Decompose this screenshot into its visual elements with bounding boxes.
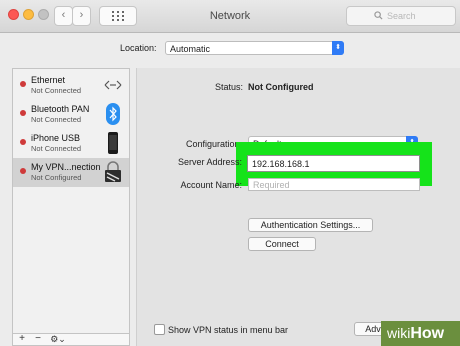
remove-service-button[interactable]: − xyxy=(31,334,45,345)
service-status: Not Configured xyxy=(31,173,82,182)
search-field[interactable]: Search xyxy=(346,6,456,26)
watermark-wiki: wiki xyxy=(387,325,411,341)
wikihow-watermark: wikiHow xyxy=(381,321,460,346)
location-label: Location: xyxy=(120,43,157,53)
service-list: Ethernet Not Connected Bluetooth PAN Not… xyxy=(12,68,130,334)
location-bar: Location: Automatic ⬍ xyxy=(0,33,460,63)
account-name-placeholder: Required xyxy=(253,180,290,190)
watermark-how: How xyxy=(410,325,445,342)
status-value: Not Configured xyxy=(248,82,314,92)
search-icon xyxy=(374,11,383,20)
search-placeholder: Search xyxy=(387,11,416,21)
show-vpn-status-checkbox[interactable] xyxy=(154,324,165,335)
status-dot xyxy=(20,81,26,87)
status-dot xyxy=(20,110,26,116)
window-title-bar: ‹ › Network Search xyxy=(0,0,460,33)
vpn-lock-icon xyxy=(105,161,121,182)
status-label: Status: xyxy=(214,82,243,92)
service-status: Not Connected xyxy=(31,86,82,95)
service-name: Bluetooth PAN xyxy=(31,104,90,114)
ethernet-icon xyxy=(104,80,122,90)
service-item-bluetooth-pan[interactable]: Bluetooth PAN Not Connected xyxy=(13,100,129,129)
service-name: My VPN...nection xyxy=(31,162,101,172)
connect-button[interactable]: Connect xyxy=(248,237,316,251)
service-status: Not Connected xyxy=(31,115,82,124)
server-address-field[interactable]: 192.168.168.1 xyxy=(247,155,420,172)
detail-panel xyxy=(136,68,460,346)
service-status: Not Connected xyxy=(31,144,82,153)
location-value: Automatic xyxy=(170,44,211,54)
account-name-label: Account Name: xyxy=(180,180,242,190)
status-dot xyxy=(20,168,26,174)
server-address-value: 192.168.168.1 xyxy=(252,159,310,169)
service-list-toolbar: + − ⚙⌄ xyxy=(12,334,130,346)
service-item-iphone-usb[interactable]: iPhone USB Not Connected xyxy=(13,129,129,158)
location-select[interactable]: Automatic ⬍ xyxy=(165,41,344,55)
authentication-settings-button[interactable]: Authentication Settings... xyxy=(248,218,373,232)
gear-menu-button[interactable]: ⚙⌄ xyxy=(47,334,69,345)
updown-arrows-icon: ⬍ xyxy=(332,41,344,55)
service-name: Ethernet xyxy=(31,75,66,85)
configuration-label: Configuration: xyxy=(185,139,242,149)
status-dot xyxy=(20,139,26,145)
add-service-button[interactable]: + xyxy=(15,334,29,345)
iphone-icon xyxy=(108,132,118,154)
bluetooth-icon xyxy=(106,103,120,125)
server-address-label: Server Address: xyxy=(178,157,243,167)
account-name-field[interactable]: Required xyxy=(248,178,420,191)
show-vpn-status-label: Show VPN status in menu bar xyxy=(168,325,289,335)
service-item-ethernet[interactable]: Ethernet Not Connected xyxy=(13,71,129,100)
service-name: iPhone USB xyxy=(31,133,81,143)
service-item-my-vpn[interactable]: My VPN...nection Not Configured xyxy=(13,158,129,187)
